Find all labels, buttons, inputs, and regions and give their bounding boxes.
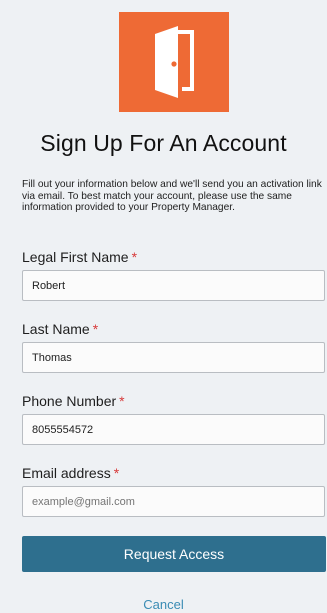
- email-label-text: Email address: [22, 465, 111, 481]
- first-name-label: Legal First Name *: [22, 249, 137, 265]
- last-name-input[interactable]: [22, 342, 325, 373]
- email-label: Email address *: [22, 465, 119, 481]
- app-logo: [119, 12, 229, 112]
- first-name-label-text: Legal First Name: [22, 249, 129, 265]
- required-marker: *: [131, 249, 138, 265]
- request-access-button[interactable]: Request Access: [22, 536, 326, 572]
- intro-text: Fill out your information below and we'l…: [22, 179, 322, 214]
- last-name-label: Last Name *: [22, 321, 98, 337]
- required-marker: *: [92, 321, 99, 337]
- cancel-link[interactable]: Cancel: [0, 597, 327, 612]
- required-marker: *: [119, 393, 125, 409]
- page-title: Sign Up For An Account: [40, 130, 287, 156]
- last-name-label-text: Last Name: [22, 321, 90, 337]
- first-name-input[interactable]: [22, 270, 325, 301]
- door-icon: [155, 26, 194, 98]
- phone-label-text: Phone Number: [22, 393, 117, 409]
- phone-label: Phone Number *: [22, 393, 125, 409]
- phone-input[interactable]: [22, 414, 325, 445]
- required-marker: *: [113, 465, 120, 481]
- email-input[interactable]: [22, 486, 325, 517]
